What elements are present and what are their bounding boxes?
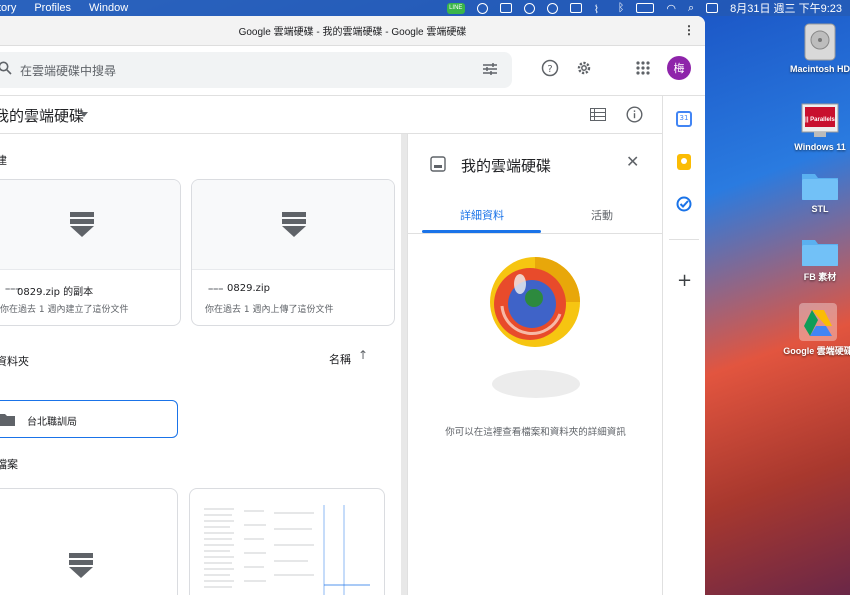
details-empty-hint: 你可以在這裡查看檔案和資料夾的詳細資訊 (445, 427, 626, 438)
spotlight-icon[interactable]: ⌕ (688, 2, 694, 15)
folder-icon (0, 414, 15, 426)
screen-icon[interactable] (499, 3, 512, 13)
download-icon (282, 212, 306, 237)
tasks-icon[interactable] (676, 196, 692, 212)
file-thumbnail (192, 180, 394, 270)
window-title: Google 雲端硬碟 - 我的雲端硬碟 - Google 雲端硬碟 (238, 27, 467, 38)
desktop-icon-label: Google 雲端硬碟 (783, 346, 850, 356)
topbar-actions: ? 梅 (541, 56, 691, 80)
file-activity: 你在過去 1 週內上傳了這份文件 (205, 305, 334, 315)
menu-history[interactable]: tory (0, 2, 16, 14)
battery-icon[interactable] (636, 3, 655, 13)
side-panel: 31 + (662, 96, 705, 595)
desktop-wallpaper: tory Profiles Window LINE ⌇ ᛒ ◠ ⌕ 8月31日 … (0, 0, 850, 595)
account-avatar[interactable]: 梅 (667, 56, 691, 80)
google-drive-icon (799, 303, 837, 341)
page-title[interactable]: 我的雲端硬碟 (0, 105, 84, 126)
details-title: 我的雲端硬碟 (461, 157, 552, 175)
desktop-icon-label: FB 素材 (803, 272, 837, 282)
parallels-logo-text: || Parallels (805, 117, 835, 123)
file-name: 0829.zip (227, 283, 271, 294)
folder-icon (802, 174, 838, 200)
file-activity: 你在過去 1 週內建立了這份文件 (0, 305, 129, 315)
time-machine-icon[interactable] (546, 2, 558, 14)
folder-name: 台北職訓局 (27, 417, 77, 428)
drive-topbar: 在雲端硬碟中搜尋 ? 梅 (0, 46, 705, 96)
search-box[interactable]: 在雲端硬碟中搜尋 (0, 52, 512, 88)
folder-icon (802, 240, 838, 266)
desktop-icon-label: Macintosh HD (789, 64, 850, 74)
menu-profiles[interactable]: Profiles (34, 2, 71, 14)
desktop-icon-label: STL (811, 204, 829, 214)
list-view-icon[interactable] (590, 108, 606, 121)
bluetooth-icon[interactable]: ᛒ (618, 2, 625, 14)
desktop-icon-windows-11[interactable]: || Parallels Windows 11 (786, 100, 850, 152)
file-thumbnail (0, 180, 180, 270)
search-icon[interactable] (0, 61, 12, 75)
keep-icon[interactable] (677, 154, 691, 170)
desktop-icon-fb[interactable]: FB 素材 (786, 234, 850, 283)
window-titlebar: Google 雲端硬碟 - 我的雲端硬碟 - Google 雲端硬碟 ⋮ (0, 16, 705, 46)
details-panel: 我的雲端硬碟 ✕ 詳細資料 活動 你可以在這裡查看檔案和資料夾的詳細資訊 (407, 134, 663, 595)
earth-core-illustration (490, 257, 580, 398)
zip-file-icon: ⩶ (208, 284, 224, 294)
file-card[interactable] (189, 488, 385, 595)
svg-text:?: ? (547, 64, 552, 75)
tab-details[interactable]: 詳細資料 (460, 207, 504, 223)
apps-grid-icon[interactable] (635, 60, 651, 76)
tab-activity[interactable]: 活動 (591, 207, 613, 223)
sort-by-name-button[interactable]: 名稱 (329, 351, 351, 367)
window-menu-icon[interactable]: ⋮ (683, 23, 695, 37)
file-card[interactable]: ⩶ 0829.zip 的副本 你在過去 1 週內建立了這份文件 (0, 179, 181, 326)
parallels-vm-icon: || Parallels (801, 103, 839, 137)
hard-drive-icon (804, 23, 836, 61)
clock[interactable]: 8月31日 週三 下午9:23 (730, 0, 842, 16)
wifi-icon[interactable]: ◠ (666, 2, 676, 15)
download-icon (69, 553, 93, 578)
browser-window: Google 雲端硬碟 - 我的雲端硬碟 - Google 雲端硬碟 ⋮ 在雲端… (0, 16, 705, 595)
info-icon[interactable] (626, 106, 643, 123)
folders-section-label: 資料夾 (0, 355, 29, 368)
close-icon[interactable]: ✕ (626, 152, 639, 171)
menu-window[interactable]: Window (89, 2, 128, 14)
suggested-section-label: 建 (0, 154, 7, 167)
calendar-icon[interactable]: 31 (676, 111, 692, 127)
play-icon[interactable] (523, 2, 535, 14)
download-icon (70, 212, 94, 237)
tab-divider (408, 233, 663, 234)
help-icon[interactable]: ? (541, 59, 559, 77)
menu-bar: tory Profiles Window LINE ⌇ ᛒ ◠ ⌕ 8月31日 … (0, 0, 850, 16)
desktop-icon-macintosh-hd[interactable]: Macintosh HD (786, 22, 850, 74)
spreadsheet-thumbnail (204, 505, 370, 595)
mute-icon[interactable]: ⌇ (594, 3, 606, 16)
side-panel-divider (669, 239, 699, 240)
desktop-icon-stl[interactable]: STL (786, 168, 850, 214)
files-section-label: 檔案 (0, 458, 18, 471)
settings-gear-icon[interactable] (575, 59, 593, 77)
record-icon[interactable] (476, 2, 488, 14)
input-method-icon[interactable] (569, 3, 582, 13)
control-center-icon[interactable] (706, 3, 719, 13)
drive-storage-icon (430, 156, 446, 172)
add-icon[interactable]: + (677, 272, 692, 290)
file-card[interactable] (0, 488, 178, 595)
desktop-icon-label: Windows 11 (794, 142, 846, 152)
calendar-day: 31 (679, 114, 689, 122)
search-options-icon[interactable] (482, 62, 498, 76)
search-input[interactable]: 在雲端硬碟中搜尋 (20, 62, 116, 79)
file-name: 0829.zip 的副本 (17, 287, 94, 298)
status-area: LINE ⌇ ᛒ ◠ ⌕ 8月31日 週三 下午9:23 (446, 0, 842, 16)
line-app-icon[interactable]: LINE (446, 2, 465, 14)
file-area: 建 ⩶ 0829.zip 的副本 你在過去 1 週內建立了這份文件 ⩶ 0829… (0, 134, 401, 595)
location-bar: 我的雲端硬碟 (0, 96, 662, 134)
sort-direction-icon[interactable]: ↑ (358, 348, 368, 362)
title-dropdown-icon[interactable] (80, 112, 88, 117)
file-card[interactable]: ⩶ 0829.zip 你在過去 1 週內上傳了這份文件 (191, 179, 395, 326)
folder-item[interactable]: 台北職訓局 (0, 400, 178, 438)
desktop-icon-google-drive[interactable]: Google 雲端硬碟 (778, 302, 850, 357)
